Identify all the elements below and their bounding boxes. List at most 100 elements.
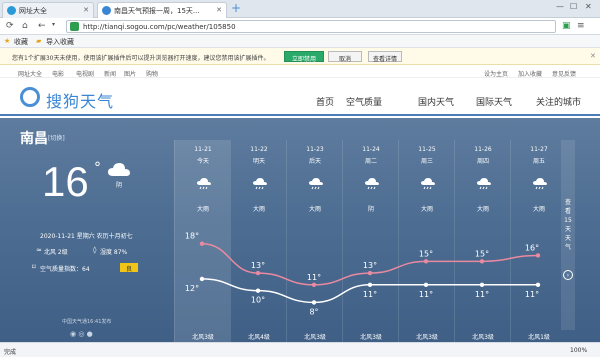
series-0-point xyxy=(423,259,429,264)
status-bar: 完成 100% xyxy=(0,342,600,357)
zoom-level[interactable]: 100% xyxy=(570,347,587,354)
star-icon: ★ xyxy=(4,37,11,45)
temp-label: 11° xyxy=(475,290,489,299)
data-source: 中国天气通16:41发布 xyxy=(62,319,112,325)
extension-infobar: 您有1个扩展30天未使用，使用该扩展插件后可以提升浏览器打开速度，建议您禁用该扩… xyxy=(0,48,600,65)
bookmark-favorites[interactable]: 收藏 xyxy=(14,37,28,47)
cancel-button[interactable]: 取消 xyxy=(328,51,362,63)
toplink-item[interactable]: 电视剧 xyxy=(76,69,94,78)
aqi-badge: 良 xyxy=(120,263,138,273)
nav-followed-cities[interactable]: 关注的城市 xyxy=(536,95,581,108)
nav-home[interactable]: 首页 xyxy=(316,95,334,108)
series-1-point xyxy=(367,282,373,287)
current-date: 2020-11-21 星期六 农历十月初七 xyxy=(40,233,133,240)
toplink-item[interactable]: 电影 xyxy=(52,69,64,78)
security-icon[interactable]: ▣ xyxy=(562,21,571,31)
close-icon[interactable]: ✕ xyxy=(590,52,596,60)
temp-label: 16° xyxy=(525,243,539,252)
toplink-item[interactable]: 图片 xyxy=(124,69,136,78)
toplink-item[interactable]: 新闻 xyxy=(104,69,116,78)
temperature-chart: 18° 13° 11° 13° 15° 15° 16° 12° 10° 8° 11° 11° 11° 11… xyxy=(185,232,541,316)
current-temp: 16 xyxy=(42,158,89,205)
sogou-icon xyxy=(102,6,111,15)
close-window-icon[interactable]: ✕ xyxy=(585,2,592,11)
city-name: 南昌 xyxy=(20,131,48,147)
toplink-item[interactable]: 意见反馈 xyxy=(552,69,576,78)
infobar-text: 您有1个扩展30天未使用，使用该扩展插件后可以提升浏览器打开速度，建议您禁用该扩… xyxy=(12,55,270,62)
humidity-icon: ◊ xyxy=(93,246,97,254)
status-text: 完成 xyxy=(4,349,17,356)
home-icon[interactable]: ⌂ xyxy=(22,21,28,31)
view-15-days-label: 查看15天天气 xyxy=(564,199,572,251)
air-quality-icon: ⌑ xyxy=(32,263,36,271)
navigation-bar: ⟳ ⌂ ← ▾ http://tianqi.sogou.com/pc/weath… xyxy=(0,18,600,35)
tab-label: 南昌天气预报一周，15天... xyxy=(114,7,200,15)
temp-label: 12° xyxy=(185,284,199,293)
close-icon[interactable]: ✕ xyxy=(83,6,89,14)
temp-label: 8° xyxy=(309,307,318,316)
bookmark-import[interactable]: 导入收藏 xyxy=(46,37,74,47)
cloud-icon xyxy=(108,163,130,176)
tab-label: 网址大全 xyxy=(19,7,47,15)
shield-icon xyxy=(70,22,79,31)
aqi-label: 空气质量指数：64 xyxy=(40,266,90,273)
degree-symbol: ° xyxy=(94,160,101,176)
disable-now-button[interactable]: 立即禁用 xyxy=(284,51,324,63)
temp-label: 13° xyxy=(251,261,265,270)
temp-label: 15° xyxy=(475,249,489,258)
site-logo[interactable]: 搜狗天气 xyxy=(46,88,114,112)
menu-icon[interactable]: ≡ xyxy=(577,21,585,31)
temp-label: 11° xyxy=(363,290,377,299)
toplink-item[interactable]: 设为主页 xyxy=(484,69,508,78)
temp-label: 11° xyxy=(307,273,321,282)
tab-home[interactable]: 网址大全 ✕ xyxy=(2,2,94,18)
switch-city-link[interactable]: [切换] xyxy=(48,133,65,142)
back-icon[interactable]: ← xyxy=(38,21,46,31)
nav-international[interactable]: 国际天气 xyxy=(476,95,512,108)
temp-label: 10° xyxy=(251,296,265,305)
tab-weather[interactable]: 南昌天气预报一周，15天... ✕ xyxy=(97,2,227,18)
share-icons[interactable]: ◉ ◎ ● xyxy=(70,330,93,338)
url-text[interactable]: http://tianqi.sogou.com/pc/weather/10585… xyxy=(83,23,236,31)
series-0-point xyxy=(255,270,261,276)
chevron-down-icon[interactable]: ▾ xyxy=(52,21,55,28)
series-0-point xyxy=(535,253,541,258)
series-0-point xyxy=(199,241,205,246)
series-0-point xyxy=(367,270,373,276)
nav-air-quality[interactable]: 空气质量 xyxy=(346,95,382,108)
series-1-point xyxy=(255,288,261,293)
toplink-item[interactable]: 加入收藏 xyxy=(518,69,542,78)
site-header: 搜狗天气 首页 空气质量 国内天气 国际天气 关注的城市 xyxy=(0,78,600,116)
temp-label: 15° xyxy=(419,249,433,258)
series-1-point xyxy=(199,276,205,282)
series-1-point xyxy=(479,282,485,287)
temp-label: 13° xyxy=(363,261,377,270)
current-humidity: 湿度 87% xyxy=(100,249,128,256)
series-0-point xyxy=(311,282,317,287)
chevron-right-icon: › xyxy=(563,270,573,280)
temp-label: 11° xyxy=(419,290,433,299)
temp-label: 11° xyxy=(525,290,539,299)
weather-panel: 南昌 [切换] 16 ° 阴 2020-11-21 星期六 农历十月初七 ≈ 北… xyxy=(0,118,600,342)
refresh-icon[interactable]: ⟳ xyxy=(6,21,14,31)
address-bar[interactable]: http://tianqi.sogou.com/pc/weather/10585… xyxy=(66,20,556,33)
view-15-days-button[interactable]: 查看15天天气 › xyxy=(561,140,575,330)
site-toplinks: 网址大全 电影 电视剧 新闻 图片 购物 设为主页 加入收藏 意见反馈 xyxy=(0,66,600,78)
wind-icon: ≈ xyxy=(36,246,42,254)
sogou-logo-icon[interactable] xyxy=(20,87,40,107)
series-1-point xyxy=(311,300,317,305)
toplink-item[interactable]: 网址大全 xyxy=(18,69,42,78)
details-button[interactable]: 查看详情 xyxy=(368,51,402,63)
tab-bar: 网址大全 ✕ 南昌天气预报一周，15天... ✕ + — ☐ ✕ xyxy=(0,0,600,18)
series-1-point xyxy=(535,282,541,287)
new-tab-button[interactable]: + xyxy=(231,1,241,15)
close-icon[interactable]: ✕ xyxy=(216,6,222,14)
folder-icon: ▰ xyxy=(36,37,42,45)
nav-domestic[interactable]: 国内天气 xyxy=(418,95,454,108)
maximize-icon[interactable]: ☐ xyxy=(570,2,577,11)
series-0-point xyxy=(479,259,485,264)
toplink-item[interactable]: 购物 xyxy=(146,69,158,78)
bookmark-bar: ★ 收藏 ▰ 导入收藏 xyxy=(0,35,600,48)
temp-label: 18° xyxy=(185,232,199,241)
minimize-icon[interactable]: — xyxy=(556,2,564,11)
